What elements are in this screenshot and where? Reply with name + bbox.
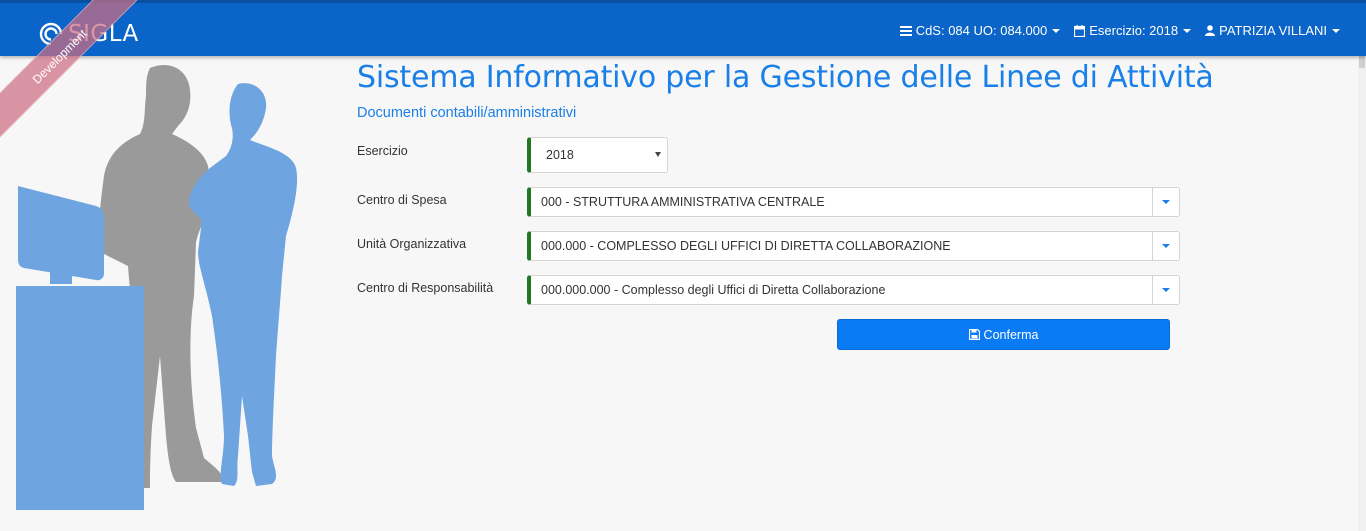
cds-uo-label: CdS: 084 UO: 084.000 [915,23,1048,38]
user-dropdown[interactable]: PATRIZIA VILLANI [1205,23,1340,38]
page-scrollbar[interactable] [1358,56,1366,531]
bars-icon [899,25,912,36]
user-name: PATRIZIA VILLANI [1219,23,1327,38]
cds-uo-dropdown[interactable]: CdS: 084 UO: 084.000 [899,23,1061,38]
user-icon [1205,25,1216,36]
page-subtitle: Documenti contabili/amministrativi [357,105,577,121]
centro-responsabilita-label: Centro di Responsabilità [357,281,494,295]
save-icon [968,329,980,340]
centro-spesa-value: 000 - STRUTTURA AMMINISTRATIVA CENTRALE [541,195,825,209]
unita-organizzativa-dropdown-button[interactable] [1152,232,1179,260]
chevron-down-icon [1332,28,1340,33]
monitor-silhouette [18,186,104,281]
top-navbar: SIGLA CdS: 084 UO: 084.000 Esercizio: 20… [0,0,1366,56]
confirm-button-label: Conferma [983,327,1039,342]
esercizio-select[interactable]: 2018 [527,137,668,173]
esercizio-label: Esercizio: 2018 [1089,23,1179,38]
navbar-right-menu: CdS: 084 UO: 084.000 Esercizio: 2018 PAT… [886,23,1340,38]
esercizio-label: Esercizio [357,144,408,158]
select-arrow-icon [655,152,661,157]
scrollbar-thumb[interactable] [1359,56,1365,68]
esercizio-dropdown[interactable]: Esercizio: 2018 [1074,23,1192,38]
chevron-down-icon [1052,28,1061,33]
desk-silhouette [16,286,144,510]
centro-responsabilita-value: 000.000.000 - Complesso degli Uffici di … [541,283,886,297]
unita-organizzativa-select[interactable]: 000.000 - COMPLESSO DEGLI UFFICI DI DIRE… [527,231,1180,261]
calendar-icon [1074,24,1086,37]
unita-organizzativa-value: 000.000 - COMPLESSO DEGLI UFFICI DI DIRE… [541,239,951,253]
centro-responsabilita-dropdown-button[interactable] [1152,276,1179,304]
centro-spesa-label: Centro di Spesa [357,193,447,207]
office-people-illustration [16,64,298,510]
esercizio-select-value: 2018 [546,148,574,162]
chevron-down-icon [1183,28,1192,33]
page-title: Sistema Informativo per la Gestione dell… [357,60,1214,95]
unita-organizzativa-label: Unità Organizzativa [357,237,467,251]
centro-responsabilita-select[interactable]: 000.000.000 - Complesso degli Uffici di … [527,275,1180,305]
monitor-stand [50,270,72,284]
chevron-down-icon [1162,244,1170,248]
confirm-button[interactable]: Conferma [837,319,1170,350]
centro-spesa-select[interactable]: 000 - STRUTTURA AMMINISTRATIVA CENTRALE [527,187,1180,217]
centro-spesa-dropdown-button[interactable] [1152,188,1179,216]
woman-silhouette [189,83,298,486]
chevron-down-icon [1162,200,1170,204]
chevron-down-icon [1162,288,1170,292]
